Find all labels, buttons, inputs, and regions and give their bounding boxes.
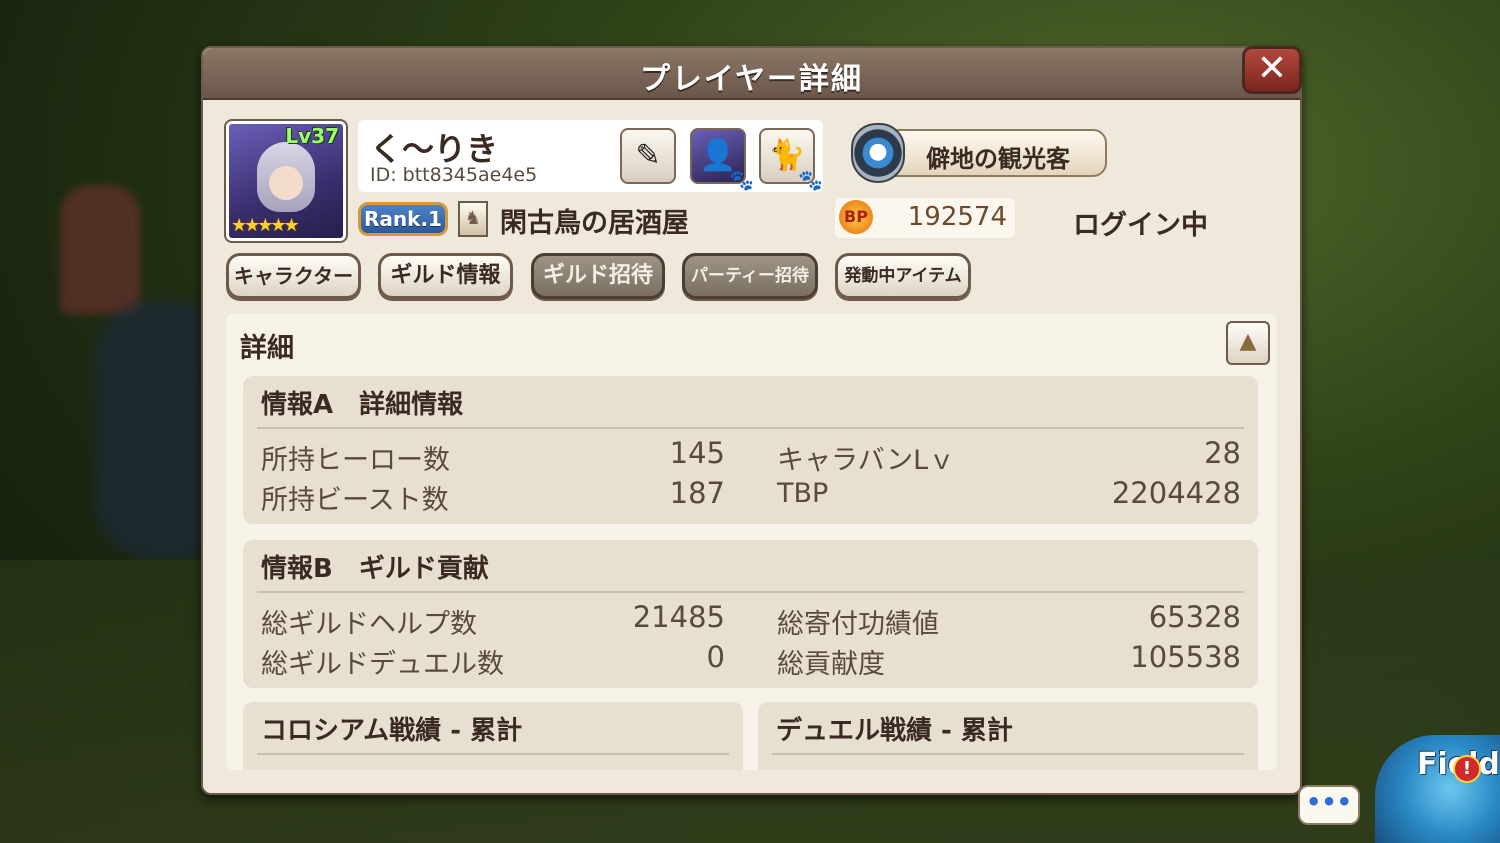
- bp-value: 192574: [907, 202, 1007, 232]
- paw-icon: 🐾: [729, 168, 754, 192]
- stat-value: 65328: [1148, 600, 1241, 634]
- stat-label: 総ギルドヘルプ数: [261, 609, 477, 640]
- stat-label: 総ギルドデュエル数: [261, 649, 504, 680]
- alert-icon: !: [1453, 755, 1481, 783]
- pen-icon: ✎: [635, 138, 661, 173]
- divider: [257, 427, 1244, 429]
- player-level: Lv37: [285, 124, 339, 148]
- background-lantern: [60, 185, 140, 315]
- details-heading: 詳細: [240, 333, 294, 364]
- tab-character[interactable]: キャラクター: [226, 253, 361, 299]
- stat-label: 総寄付功績値: [777, 609, 939, 640]
- avatar-face: [269, 166, 303, 200]
- duel-title: デュエル戦績 - 累計: [776, 716, 1013, 746]
- login-status: ログイン中: [1073, 210, 1208, 241]
- divider: [257, 753, 729, 755]
- guild-name: 閑古鳥の居酒屋: [500, 208, 689, 239]
- chevron-up-icon: ▲: [1239, 329, 1257, 354]
- title-text: 僻地の観光客: [926, 145, 1070, 173]
- stat-value: 0: [706, 640, 725, 674]
- title-ribbon: 僻地の観光客: [879, 129, 1107, 177]
- paw-icon: 🐾: [798, 168, 823, 192]
- field-button[interactable]: Field !: [1375, 735, 1500, 843]
- info-b-section: 情報B ギルド貢献 総ギルドヘルプ数 21485 総寄付功績値 65328 総ギ…: [243, 540, 1258, 688]
- stat-label: 総貢献度: [777, 649, 885, 680]
- star-rating: ★★★★★: [231, 215, 300, 236]
- shield-emblem-icon: ●: [851, 123, 905, 183]
- stat-label: 所持ヒーロー数: [261, 445, 450, 476]
- bp-display: BP 192574: [835, 198, 1015, 238]
- stat-label: TBP: [777, 478, 829, 509]
- info-b-title: 情報B ギルド貢献: [261, 554, 489, 584]
- stat-label: キャラバンLｖ: [777, 445, 956, 476]
- tab-active-items[interactable]: 発動中アイテム: [835, 253, 971, 299]
- divider: [257, 591, 1244, 593]
- close-button[interactable]: ✕: [1242, 46, 1302, 94]
- favorite-beast-button[interactable]: 🐈 🐾: [759, 128, 823, 192]
- tab-party-invite[interactable]: パーティー招待: [682, 253, 818, 299]
- stat-value: 145: [669, 436, 725, 470]
- guild-emblem-icon: ♞: [458, 201, 488, 237]
- tab-guild-info[interactable]: ギルド情報: [378, 253, 513, 299]
- info-a-title: 情報A 詳細情報: [261, 390, 464, 420]
- stat-value: 28: [1204, 436, 1241, 470]
- favorite-character-button[interactable]: 👤 🐾: [690, 128, 754, 192]
- stat-label: 所持ビースト数: [261, 485, 449, 516]
- player-id: ID: btt8345ae4e5: [370, 164, 538, 186]
- tab-guild-invite[interactable]: ギルド招待: [531, 253, 665, 299]
- dialog-title: プレイヤー詳細: [639, 62, 864, 97]
- info-a-section: 情報A 詳細情報 所持ヒーロー数 145 キャラバンLｖ 28 所持ビースト数 …: [243, 376, 1258, 524]
- divider: [772, 753, 1244, 755]
- stat-value: 21485: [632, 600, 725, 634]
- stat-value: 105538: [1130, 640, 1241, 674]
- stat-value: 2204428: [1111, 476, 1241, 510]
- bp-icon: BP: [839, 200, 873, 234]
- player-avatar[interactable]: Lv37 ★★★★★: [224, 119, 348, 243]
- collapse-button[interactable]: ▲: [1226, 321, 1270, 365]
- player-detail-dialog: プレイヤー詳細 ✕ Lv37 ★★★★★ く～りき ID: btt8345ae4…: [201, 46, 1302, 795]
- chat-button[interactable]: •••: [1298, 785, 1360, 825]
- rank-badge: Rank.1: [358, 202, 448, 236]
- details-panel: 詳細 ▲ 情報A 詳細情報 所持ヒーロー数 145 キャラバンLｖ 28 所持ビ…: [226, 314, 1277, 770]
- dialog-titlebar: プレイヤー詳細 ✕: [203, 46, 1302, 100]
- colosseum-section: コロシアム戦績 - 累計: [243, 702, 743, 770]
- edit-profile-button[interactable]: ✎: [620, 128, 676, 184]
- player-title-badge: 僻地の観光客 ●: [851, 123, 1116, 183]
- colosseum-title: コロシアム戦績 - 累計: [261, 716, 523, 746]
- duel-section: デュエル戦績 - 累計: [758, 702, 1258, 770]
- stat-value: 187: [669, 476, 725, 510]
